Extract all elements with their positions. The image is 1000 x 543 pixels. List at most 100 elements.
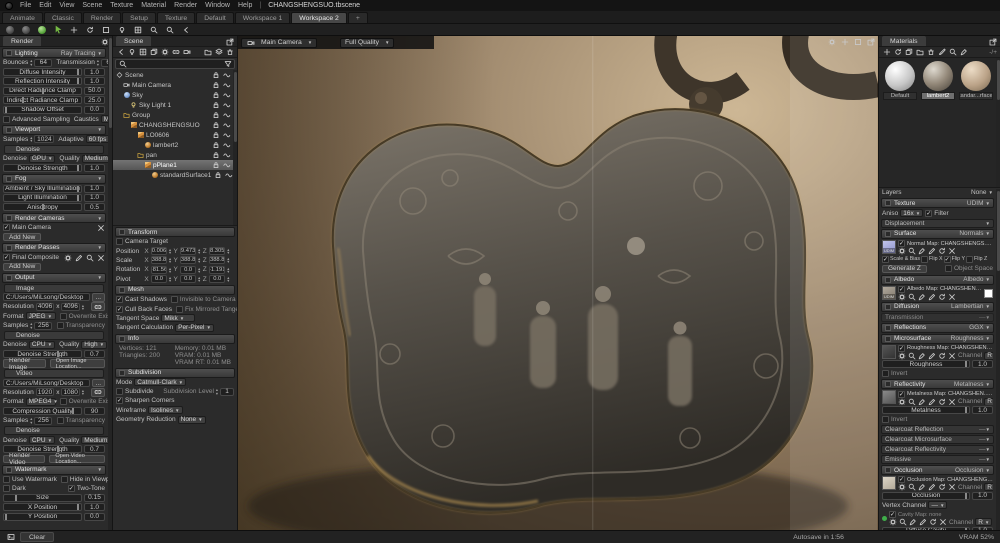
vec-value[interactable]: 9.473 bbox=[180, 247, 197, 256]
wave-icon[interactable] bbox=[222, 101, 231, 109]
wave-icon[interactable] bbox=[224, 171, 233, 179]
output-path[interactable]: C:/Users/MiLsong/Desktop bbox=[3, 293, 90, 302]
lock-icon[interactable] bbox=[211, 111, 220, 119]
tree-item-lambert2[interactable]: lambert2 bbox=[113, 140, 233, 150]
slider[interactable]: Metalness bbox=[882, 406, 970, 415]
close-icon[interactable] bbox=[948, 352, 956, 359]
spinner-arrows[interactable]: ▴ ▾ bbox=[198, 257, 200, 265]
materials-scrollbar[interactable] bbox=[996, 58, 1000, 187]
search-icon[interactable] bbox=[908, 484, 916, 491]
scene-sphere-icon[interactable] bbox=[5, 25, 15, 35]
material-swatch-default[interactable]: Default bbox=[883, 61, 917, 184]
section-header-reflections[interactable]: Reflections GGX ▼ bbox=[881, 322, 994, 333]
format-dropdown[interactable]: MPEG4 ▼ bbox=[25, 397, 58, 406]
slider-15[interactable]: Light Illumination bbox=[3, 193, 82, 202]
browse-button[interactable]: ... bbox=[91, 293, 105, 302]
menu-item-help[interactable]: Help bbox=[238, 2, 252, 9]
section-header-transform[interactable]: Transform bbox=[115, 227, 235, 237]
material-ball[interactable] bbox=[923, 61, 953, 91]
map-enable-checkbox[interactable]: ✓ bbox=[898, 390, 905, 398]
dropdown[interactable]: GPU ▼ bbox=[28, 154, 56, 163]
wave-icon[interactable] bbox=[222, 141, 231, 149]
section-header-render-passes[interactable]: Render Passes ▼ bbox=[2, 242, 106, 253]
channel-dropdown[interactable]: R▼ bbox=[984, 483, 993, 492]
value-box[interactable]: 0.5 bbox=[84, 203, 105, 212]
gear-icon[interactable] bbox=[898, 483, 906, 491]
format-dropdown[interactable]: JPEG ▼ bbox=[25, 312, 56, 321]
enable-checkbox[interactable]: ✓ bbox=[3, 254, 10, 262]
tab-scene[interactable]: Scene bbox=[116, 36, 152, 46]
slider-14[interactable]: Ambient / Sky Illumination bbox=[3, 184, 82, 193]
search-icon[interactable] bbox=[908, 247, 916, 255]
collapsed-section-emissive[interactable]: Emissive —▼ bbox=[881, 455, 994, 465]
camera-select[interactable]: Main Camera ▼ bbox=[241, 37, 318, 48]
vec-value[interactable]: 0.006 bbox=[151, 247, 167, 256]
subsection-image[interactable]: Image bbox=[4, 283, 104, 293]
bulb-icon[interactable] bbox=[127, 48, 136, 56]
dropper-icon[interactable] bbox=[909, 519, 917, 526]
duplicate-icon[interactable] bbox=[149, 48, 158, 56]
action-button[interactable]: Render Image bbox=[3, 357, 46, 371]
workspace-tab-4[interactable]: Setup bbox=[122, 12, 156, 23]
checkbox[interactable]: ✓ bbox=[882, 255, 889, 263]
value-box[interactable]: 1.0 bbox=[84, 68, 105, 77]
value-box[interactable]: 0.0 bbox=[84, 105, 105, 114]
action-button[interactable]: Open Video Location... bbox=[49, 453, 105, 465]
section-header-surface[interactable]: Surface Normals ▼ bbox=[881, 228, 994, 239]
slider-handle[interactable] bbox=[964, 361, 967, 368]
quality-select[interactable]: Full Quality ▼ bbox=[340, 37, 395, 48]
camera-icon[interactable] bbox=[182, 48, 191, 56]
menu-item-texture[interactable]: Texture bbox=[110, 2, 133, 9]
plus-icon[interactable] bbox=[882, 48, 891, 56]
menu-item-edit[interactable]: Edit bbox=[39, 2, 51, 9]
vec-value[interactable]: 388.8 bbox=[209, 256, 226, 265]
dropdown[interactable]: CPU ▼ bbox=[28, 436, 56, 445]
slider-handle[interactable] bbox=[964, 527, 967, 530]
console-icon[interactable] bbox=[6, 533, 15, 541]
checkbox[interactable] bbox=[3, 475, 10, 483]
spinner-arrows[interactable]: ▴ ▾ bbox=[169, 275, 171, 283]
panel-detach-icon[interactable] bbox=[988, 38, 997, 46]
map-enable-checkbox[interactable]: ✓ bbox=[898, 476, 905, 484]
pen-icon[interactable] bbox=[928, 248, 936, 255]
tree-item-scene[interactable]: Scene bbox=[113, 70, 233, 80]
dropdown[interactable]: High ▼ bbox=[81, 340, 108, 349]
spinner-arrows[interactable]: ▴ ▾ bbox=[82, 303, 84, 311]
checkbox[interactable] bbox=[56, 417, 64, 425]
value-box[interactable]: 1.0 bbox=[972, 491, 993, 500]
slider-handle[interactable] bbox=[5, 513, 8, 520]
close-icon[interactable] bbox=[948, 484, 956, 491]
menu-item-render[interactable]: Render bbox=[174, 2, 197, 9]
spinner-arrows[interactable]: ▴ ▾ bbox=[169, 257, 171, 265]
dropdown[interactable]: Isolines ▼ bbox=[147, 406, 183, 415]
value-box[interactable]: 0.0 bbox=[84, 512, 105, 521]
value-box[interactable]: 64 bbox=[34, 58, 53, 67]
gear-icon[interactable] bbox=[898, 247, 906, 255]
scene-tree-scrollbar[interactable] bbox=[233, 70, 237, 225]
layers-icon[interactable] bbox=[214, 48, 223, 56]
wave-icon[interactable] bbox=[222, 121, 231, 129]
search-icon[interactable] bbox=[899, 518, 907, 526]
menu-item-window[interactable]: Window bbox=[205, 2, 230, 9]
value-box[interactable]: 1.0 bbox=[84, 193, 105, 202]
render-sphere-icon[interactable] bbox=[37, 25, 47, 35]
spinner-arrows[interactable]: ▴ ▾ bbox=[198, 266, 200, 274]
workspace-tab-6[interactable]: Default bbox=[196, 12, 234, 23]
slider-2[interactable]: Diffuse Intensity bbox=[3, 68, 82, 77]
section-header-watermark[interactable]: Watermark ▼ bbox=[2, 464, 106, 475]
refresh-icon[interactable] bbox=[938, 293, 946, 300]
menu-item-file[interactable]: File bbox=[20, 2, 31, 9]
pin-icon[interactable] bbox=[840, 38, 849, 46]
value-box[interactable]: 1.0 bbox=[84, 164, 105, 173]
dropdown[interactable]: Per-Pixel ▼ bbox=[175, 323, 214, 332]
wave-icon[interactable] bbox=[222, 71, 231, 79]
dropper-icon[interactable] bbox=[918, 293, 926, 301]
slider-handle[interactable] bbox=[14, 494, 17, 501]
section-header-lighting[interactable]: Lighting Ray Tracing ▼ bbox=[2, 48, 106, 58]
value-box[interactable]: 1 bbox=[220, 387, 234, 396]
texture-thumbnail[interactable] bbox=[882, 390, 896, 405]
scene-search-input[interactable] bbox=[129, 60, 221, 68]
spinner-arrows[interactable]: ▴ ▾ bbox=[198, 275, 200, 283]
search-icon[interactable] bbox=[908, 352, 916, 360]
tree-item-pplane1[interactable]: pPlane1 bbox=[113, 160, 233, 170]
